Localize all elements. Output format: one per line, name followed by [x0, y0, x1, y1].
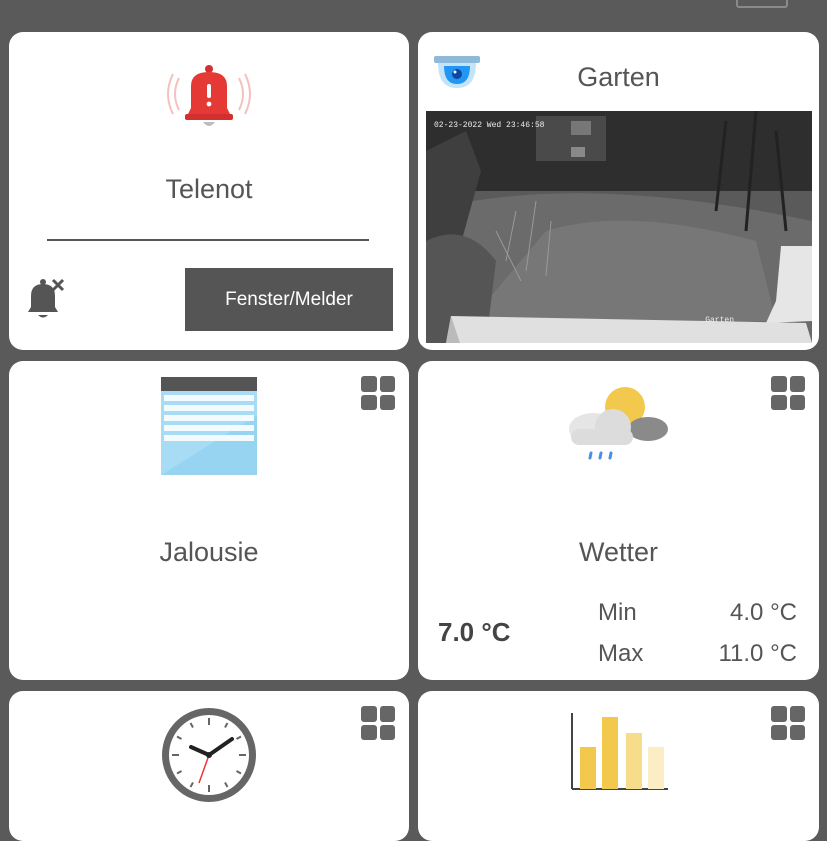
fenster-melder-button[interactable]: Fenster/Melder	[185, 268, 393, 331]
camera-image	[426, 111, 812, 343]
camera-feed[interactable]: 02-23-2022 Wed 23:46:58 Garten	[426, 111, 812, 343]
grid-menu-icon[interactable]	[361, 706, 395, 740]
camera-timestamp: 02-23-2022 Wed 23:46:58	[434, 121, 545, 130]
min-temperature: 4.0 °C	[730, 599, 797, 626]
min-label: Min	[598, 599, 637, 626]
current-temperature: 7.0 °C	[438, 617, 511, 647]
jalousie-tile[interactable]: Jalousie	[9, 361, 409, 680]
max-label: Max	[598, 640, 644, 667]
grid-menu-icon[interactable]	[771, 706, 805, 740]
bell-mute-icon[interactable]	[23, 276, 69, 320]
telenot-title: Telenot	[165, 174, 253, 204]
max-temperature: 11.0 °C	[718, 640, 797, 667]
top-bar-icon[interactable]	[736, 0, 788, 8]
garten-camera-tile[interactable]: Garten 02-23-2022 Wed 23:46:58 Garten	[418, 32, 819, 350]
alarm-bell-icon	[167, 65, 251, 126]
grid-menu-icon[interactable]	[361, 376, 395, 410]
garten-title: Garten	[577, 62, 660, 92]
wetter-tile[interactable]: Wetter 7.0 °C Min 4.0 °C Max 11.0 °C	[418, 361, 819, 680]
camera-name-overlay: Garten	[705, 316, 734, 325]
wetter-title: Wetter	[578, 537, 659, 567]
clock-icon	[162, 708, 256, 802]
grid-menu-icon[interactable]	[771, 376, 805, 410]
jalousie-title: Jalousie	[159, 537, 259, 567]
telenot-tile[interactable]: Telenot Fenster/Melder	[9, 32, 409, 350]
bar-chart-icon	[571, 713, 668, 790]
divider	[47, 239, 369, 241]
weather-cloud-sun-rain-icon	[569, 387, 668, 460]
clock-tile[interactable]	[9, 691, 409, 841]
chart-tile[interactable]	[418, 691, 819, 841]
blind-icon	[161, 377, 257, 475]
